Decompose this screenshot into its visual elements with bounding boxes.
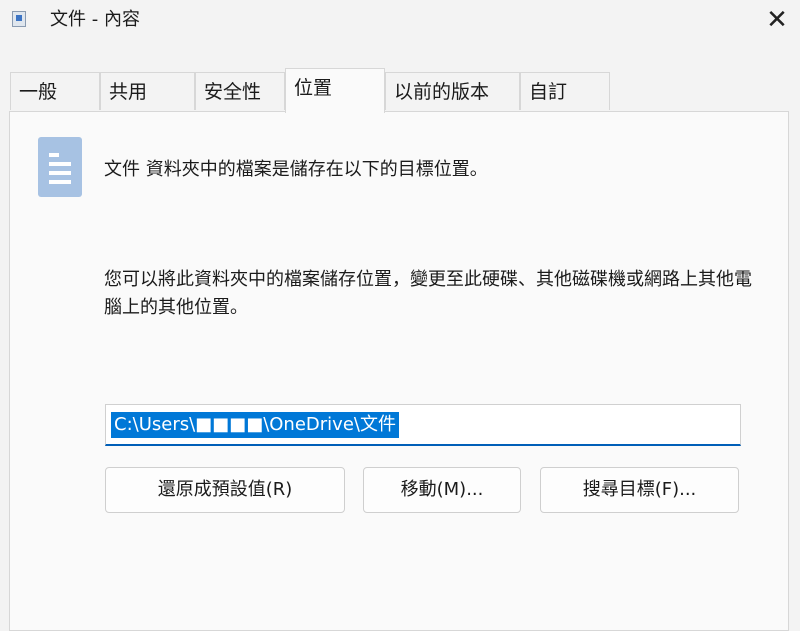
tab-location[interactable]: 位置 xyxy=(285,68,385,113)
window-title: 文件 - 內容 xyxy=(50,9,140,30)
tab-label: 自訂 xyxy=(529,81,568,103)
title-bar: 文件 - 內容 ✕ xyxy=(0,0,800,50)
folder-path-value: C:\Users\■■■■\OneDrive\文件 xyxy=(111,412,399,438)
tab-general[interactable]: 一般 xyxy=(10,72,100,110)
move-button[interactable]: 移動(M)... xyxy=(363,467,521,513)
folder-path-input[interactable]: C:\Users\■■■■\OneDrive\文件 xyxy=(105,404,741,446)
location-tab-panel xyxy=(9,111,789,631)
tab-label: 一般 xyxy=(19,81,58,103)
tab-previous-versions[interactable]: 以前的版本 xyxy=(385,72,520,110)
restore-default-button[interactable]: 還原成預設值(R) xyxy=(105,467,345,513)
close-button[interactable]: ✕ xyxy=(754,0,800,40)
tab-customize[interactable]: 自訂 xyxy=(520,72,610,110)
tab-security[interactable]: 安全性 xyxy=(195,72,285,110)
find-target-button[interactable]: 搜尋目標(F)... xyxy=(540,467,739,513)
tab-label: 安全性 xyxy=(204,81,262,103)
document-properties-icon xyxy=(12,11,26,27)
location-description: 文件 資料夾中的檔案是儲存在以下的目標位置。 xyxy=(104,159,488,180)
tab-label: 以前的版本 xyxy=(394,81,490,103)
location-info-text: 您可以將此資料夾中的檔案儲存位置，變更至此硬碟、其他磁碟機或網路上其他電腦上的其… xyxy=(104,269,752,318)
close-icon: ✕ xyxy=(766,5,788,35)
tab-sharing[interactable]: 共用 xyxy=(100,72,195,110)
tab-label: 共用 xyxy=(109,81,148,103)
document-library-icon xyxy=(38,137,82,197)
tab-label: 位置 xyxy=(294,77,333,99)
